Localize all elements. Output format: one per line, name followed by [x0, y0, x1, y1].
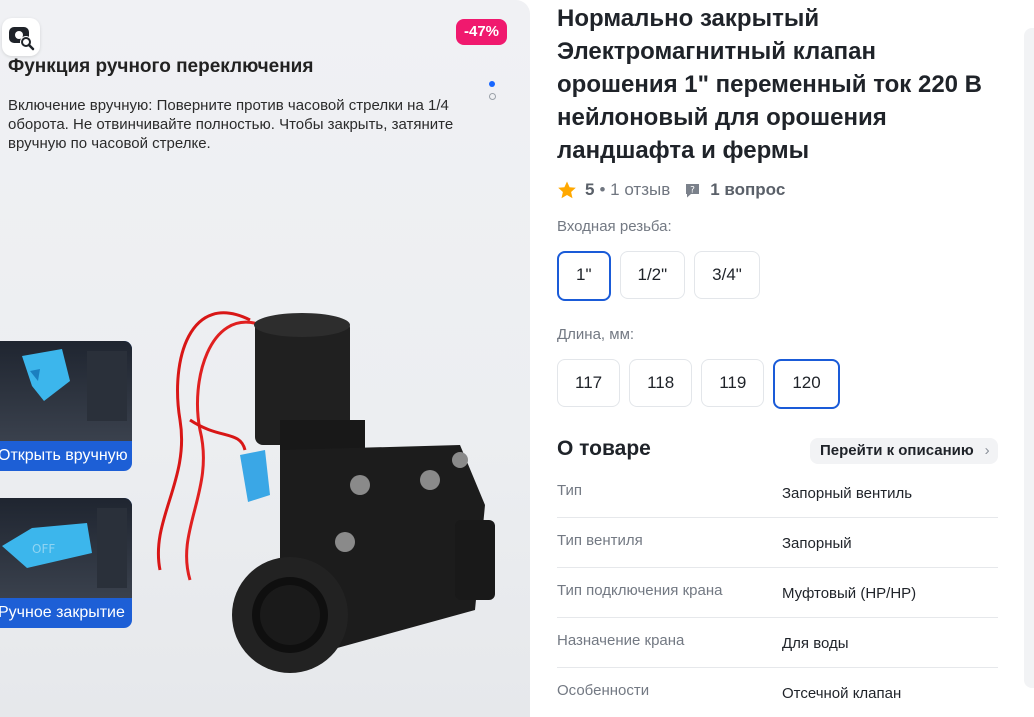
- length-option-118[interactable]: 118: [629, 359, 693, 407]
- blue-lever-icon: [22, 349, 127, 421]
- length-option-119[interactable]: 119: [701, 359, 765, 407]
- thread-option-1-2[interactable]: 1/2": [619, 251, 686, 299]
- gallery-dot-active[interactable]: [489, 81, 495, 87]
- photo-search-icon: [9, 27, 35, 51]
- thread-option-1-inch[interactable]: 1": [557, 251, 611, 301]
- spec-key: Тип: [557, 482, 583, 499]
- thread-label: Входная резьба:: [557, 218, 672, 235]
- rating-row[interactable]: 5 • 1 отзыв ? 1 вопрос: [557, 180, 785, 200]
- image-heading: Функция ручного переключения: [8, 56, 314, 77]
- inset-open-manual: Открыть вручную: [0, 341, 132, 471]
- specs-table: Тип Запорный вентиль Тип вентиля Запорны…: [557, 468, 998, 717]
- inset-close-caption: Ручное закрытие: [0, 604, 125, 621]
- spec-key: Назначение крана: [557, 632, 685, 649]
- spec-row: Тип Запорный вентиль: [557, 468, 998, 518]
- length-label: Длина, мм:: [557, 326, 635, 343]
- thread-option-3-4[interactable]: 3/4": [694, 251, 760, 299]
- about-title: О товаре: [557, 437, 651, 460]
- spec-value: Отсечной клапан: [782, 685, 902, 702]
- spec-value: Запорный: [782, 535, 852, 552]
- product-title: Нормально закрытый Электромагнитный клап…: [557, 5, 983, 164]
- length-options: 117 118 119 120: [557, 359, 849, 409]
- photo-search-button[interactable]: [2, 18, 40, 56]
- length-option-120[interactable]: 120: [773, 359, 840, 409]
- svg-text:?: ?: [690, 185, 695, 195]
- spec-row: Тип вентиля Запорный: [557, 518, 998, 568]
- spec-row: Особенности Отсечной клапан: [557, 668, 998, 717]
- spec-key: Тип вентиля: [557, 532, 643, 549]
- star-icon: [558, 181, 576, 199]
- inset-open-caption: Открыть вручную: [0, 447, 128, 464]
- spec-row: Тип подключения крана Муфтовый (НР/НР): [557, 568, 998, 618]
- goto-description-button[interactable]: Перейти к описанию ›: [810, 438, 998, 464]
- valve-photo: [157, 311, 495, 673]
- spec-key: Тип подключения крана: [557, 582, 723, 599]
- reviews-link[interactable]: • 1 отзыв: [599, 180, 670, 200]
- product-gallery[interactable]: -47% Функция ручного переключения Включе…: [0, 0, 530, 717]
- discount-badge: -47%: [456, 19, 508, 45]
- questions-link[interactable]: 1 вопрос: [710, 180, 785, 200]
- thread-options: 1" 1/2" 3/4": [557, 251, 769, 301]
- inset-close-manual: OFF Ручное закрытие: [0, 498, 132, 628]
- spec-value: Муфтовый (НР/НР): [782, 585, 917, 602]
- rating-value: 5: [585, 180, 595, 199]
- spec-value: Для воды: [782, 635, 849, 652]
- blue-lever-icon: OFF: [2, 508, 127, 588]
- image-description: Включение вручную: Поверните против часо…: [8, 97, 454, 152]
- side-panel-edge: [1024, 28, 1034, 688]
- question-icon: ?: [686, 183, 700, 197]
- length-option-117[interactable]: 117: [557, 359, 621, 407]
- spec-value: Запорный вентиль: [782, 485, 913, 502]
- chevron-right-icon: ›: [984, 442, 990, 459]
- goto-description-label: Перейти к описанию: [820, 442, 974, 459]
- spec-key: Особенности: [557, 682, 650, 699]
- spec-row: Назначение крана Для воды: [557, 618, 998, 668]
- valve-off-label: OFF: [32, 542, 55, 556]
